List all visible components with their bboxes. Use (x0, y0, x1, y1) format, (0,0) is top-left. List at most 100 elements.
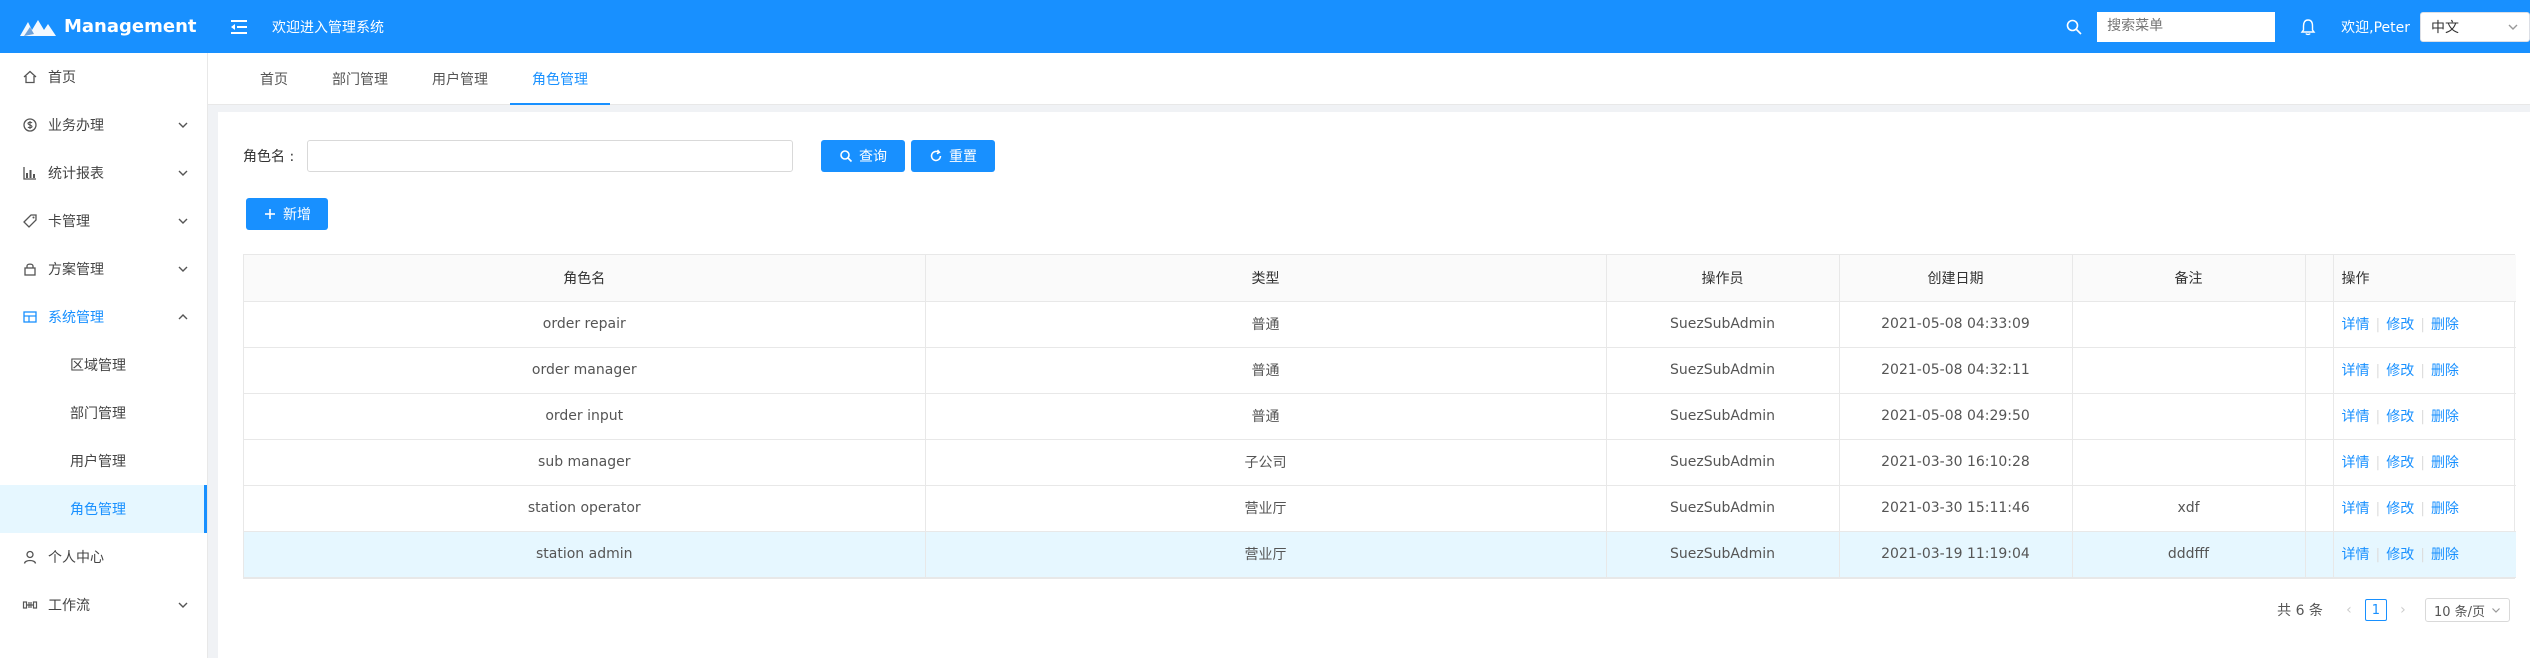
column-header: 备注 (2072, 255, 2306, 302)
sidebar-item-business[interactable]: 业务办理 (0, 101, 207, 149)
dollar-icon (23, 118, 37, 132)
cell-actions: 详情 | 修改 | 删除 (2333, 439, 2516, 486)
next-page-icon[interactable]: › (2391, 602, 2415, 618)
delete-link[interactable]: 删除 (2431, 501, 2459, 517)
detail-link[interactable]: 详情 (2342, 547, 2370, 563)
tab-home[interactable]: 首页 (238, 53, 310, 105)
menu-search-input[interactable] (2097, 11, 2276, 42)
user-greeting[interactable]: 欢迎,Peter (2341, 17, 2410, 37)
sidebar: 首页 业务办理 统计报表 卡管理 方案管理 系统管理 区域管理 部门管理 用户管… (0, 53, 208, 658)
cell-type: 普通 (925, 301, 1607, 348)
reset-button-label: 重置 (949, 149, 977, 165)
prev-page-icon[interactable]: ‹ (2337, 602, 2361, 618)
add-button-label: 新增 (283, 207, 311, 223)
cell-date: 2021-03-30 16:10:28 (1839, 439, 2073, 486)
logo-mark-icon (20, 19, 56, 36)
detail-link[interactable]: 详情 (2342, 317, 2370, 333)
sidebar-subitem-department[interactable]: 部门管理 (0, 389, 207, 437)
search-icon (840, 150, 853, 163)
cell-name: station operator (244, 485, 926, 532)
table-row[interactable]: station operator 营业厅 SuezSubAdmin 2021-03-3… (244, 485, 2516, 532)
sidebar-item-workflow[interactable]: 工作流 (0, 581, 207, 629)
cell-remark (2072, 439, 2306, 486)
sidebar-item-reports[interactable]: 统计报表 (0, 149, 207, 197)
chevron-down-icon (178, 602, 188, 608)
tag-icon (23, 214, 37, 228)
reload-icon (930, 149, 942, 162)
sidebar-subitem-region[interactable]: 区域管理 (0, 341, 207, 389)
detail-link[interactable]: 详情 (2342, 455, 2370, 471)
chart-icon (23, 167, 36, 180)
edit-link[interactable]: 修改 (2386, 363, 2414, 379)
sidebar-subitem-label: 部门管理 (70, 406, 126, 422)
language-value: 中文 (2431, 19, 2459, 36)
tab-department[interactable]: 部门管理 (310, 53, 410, 105)
cell-date: 2021-03-19 11:19:04 (1839, 531, 2073, 578)
chevron-down-icon (178, 170, 188, 176)
detail-link[interactable]: 详情 (2342, 501, 2370, 517)
delete-link[interactable]: 删除 (2431, 363, 2459, 379)
welcome-system-text: 欢迎进入管理系统 (272, 19, 384, 36)
delete-link[interactable]: 删除 (2431, 547, 2459, 563)
logo[interactable]: Management (0, 16, 210, 38)
page-size-value: 10 条/页 (2433, 604, 2485, 620)
edit-link[interactable]: 修改 (2386, 501, 2414, 517)
menu-fold-icon[interactable] (228, 16, 250, 38)
tab-role[interactable]: 角色管理 (510, 53, 610, 105)
cell-spacer (2305, 531, 2334, 578)
delete-link[interactable]: 删除 (2431, 409, 2459, 425)
action-separator: | (2420, 455, 2425, 471)
search-icon[interactable] (2065, 18, 2083, 36)
edit-link[interactable]: 修改 (2386, 317, 2414, 333)
sidebar-item-label: 业务办理 (48, 118, 104, 134)
plus-icon (265, 209, 275, 219)
delete-link[interactable]: 删除 (2431, 455, 2459, 471)
edit-link[interactable]: 修改 (2386, 547, 2414, 563)
sidebar-item-plans[interactable]: 方案管理 (0, 245, 207, 293)
sidebar-subitem-role[interactable]: 角色管理 (0, 485, 207, 533)
sidebar-item-cards[interactable]: 卡管理 (0, 197, 207, 245)
cell-type: 营业厅 (925, 485, 1607, 532)
edit-link[interactable]: 修改 (2386, 409, 2414, 425)
sidebar-subitem-user[interactable]: 用户管理 (0, 437, 207, 485)
lock-icon (24, 263, 36, 276)
query-button[interactable]: 查询 (821, 140, 905, 172)
edit-link[interactable]: 修改 (2386, 455, 2414, 471)
add-role-button[interactable]: 新增 (246, 198, 328, 230)
action-separator: | (2375, 317, 2381, 333)
cell-date: 2021-05-08 04:33:09 (1839, 301, 2073, 348)
sidebar-item-label: 系统管理 (48, 310, 104, 326)
cell-spacer (2305, 439, 2334, 486)
cell-operator: SuezSubAdmin (1606, 393, 1840, 440)
page-number[interactable]: 1 (2364, 599, 2387, 621)
sidebar-item-label: 个人中心 (48, 550, 104, 566)
sidebar-item-label: 统计报表 (48, 166, 104, 182)
cell-actions: 详情 | 修改 | 删除 (2333, 485, 2516, 532)
table-row[interactable]: order input 普通 SuezSubAdmin 2021-05-08 04:2… (244, 393, 2516, 440)
chevron-down-icon (178, 122, 188, 128)
table-row[interactable]: order manager 普通 SuezSubAdmin 2021-05-08 04… (244, 347, 2516, 394)
sidebar-item-profile[interactable]: 个人中心 (0, 533, 207, 581)
detail-link[interactable]: 详情 (2342, 363, 2370, 379)
cell-name: sub manager (244, 439, 926, 486)
detail-link[interactable]: 详情 (2342, 409, 2370, 425)
bell-icon[interactable] (2299, 18, 2317, 36)
role-name-input[interactable] (307, 140, 793, 172)
delete-link[interactable]: 删除 (2431, 317, 2459, 333)
cell-type: 子公司 (925, 439, 1607, 486)
table-row[interactable]: station admin 营业厅 SuezSubAdmin 2021-03-19 1… (244, 531, 2516, 578)
table-row[interactable]: sub manager 子公司 SuezSubAdmin 2021-03-30 16:… (244, 439, 2516, 486)
cell-type: 营业厅 (925, 531, 1607, 578)
column-header-spacer (2305, 255, 2334, 302)
tab-user[interactable]: 用户管理 (410, 53, 510, 105)
tab-bar: 首页 部门管理 用户管理 角色管理 (208, 53, 2530, 105)
reset-button[interactable]: 重置 (911, 140, 995, 172)
sidebar-item-system[interactable]: 系统管理 (0, 293, 207, 341)
cell-name: station admin (244, 531, 926, 578)
table-row[interactable]: order repair 普通 SuezSubAdmin 2021-05-08 04:… (244, 301, 2516, 348)
cell-actions: 详情 | 修改 | 删除 (2333, 531, 2516, 578)
page-size-select[interactable]: 10 条/页 (2424, 598, 2510, 622)
language-select[interactable]: 中文 (2420, 11, 2530, 42)
chevron-down-icon (178, 266, 188, 272)
sidebar-item-home[interactable]: 首页 (0, 53, 207, 101)
